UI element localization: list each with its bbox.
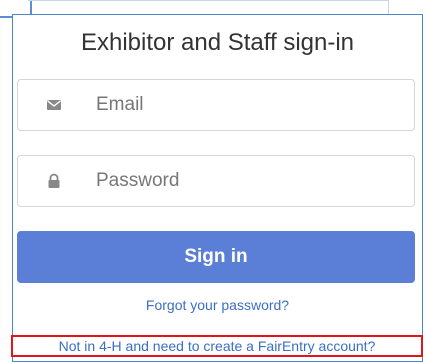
top-divider [28, 0, 388, 1]
lock-icon [48, 173, 60, 188]
signin-panel: Exhibitor and Staff sign-in Sign in Forg… [11, 14, 423, 362]
create-account-highlight: Not in 4-H and need to create a FairEntr… [11, 335, 423, 357]
password-input[interactable] [96, 164, 396, 198]
divider-tick [388, 0, 389, 14]
create-account-link[interactable]: Not in 4-H and need to create a FairEntr… [59, 338, 376, 354]
email-input[interactable] [96, 88, 396, 122]
password-field[interactable] [17, 155, 415, 207]
sign-in-button[interactable]: Sign in [17, 231, 415, 283]
forgot-password-link[interactable]: Forgot your password? [13, 297, 422, 313]
page-title: Exhibitor and Staff sign-in [80, 29, 355, 56]
email-field[interactable] [17, 79, 415, 131]
envelope-icon [47, 100, 61, 110]
